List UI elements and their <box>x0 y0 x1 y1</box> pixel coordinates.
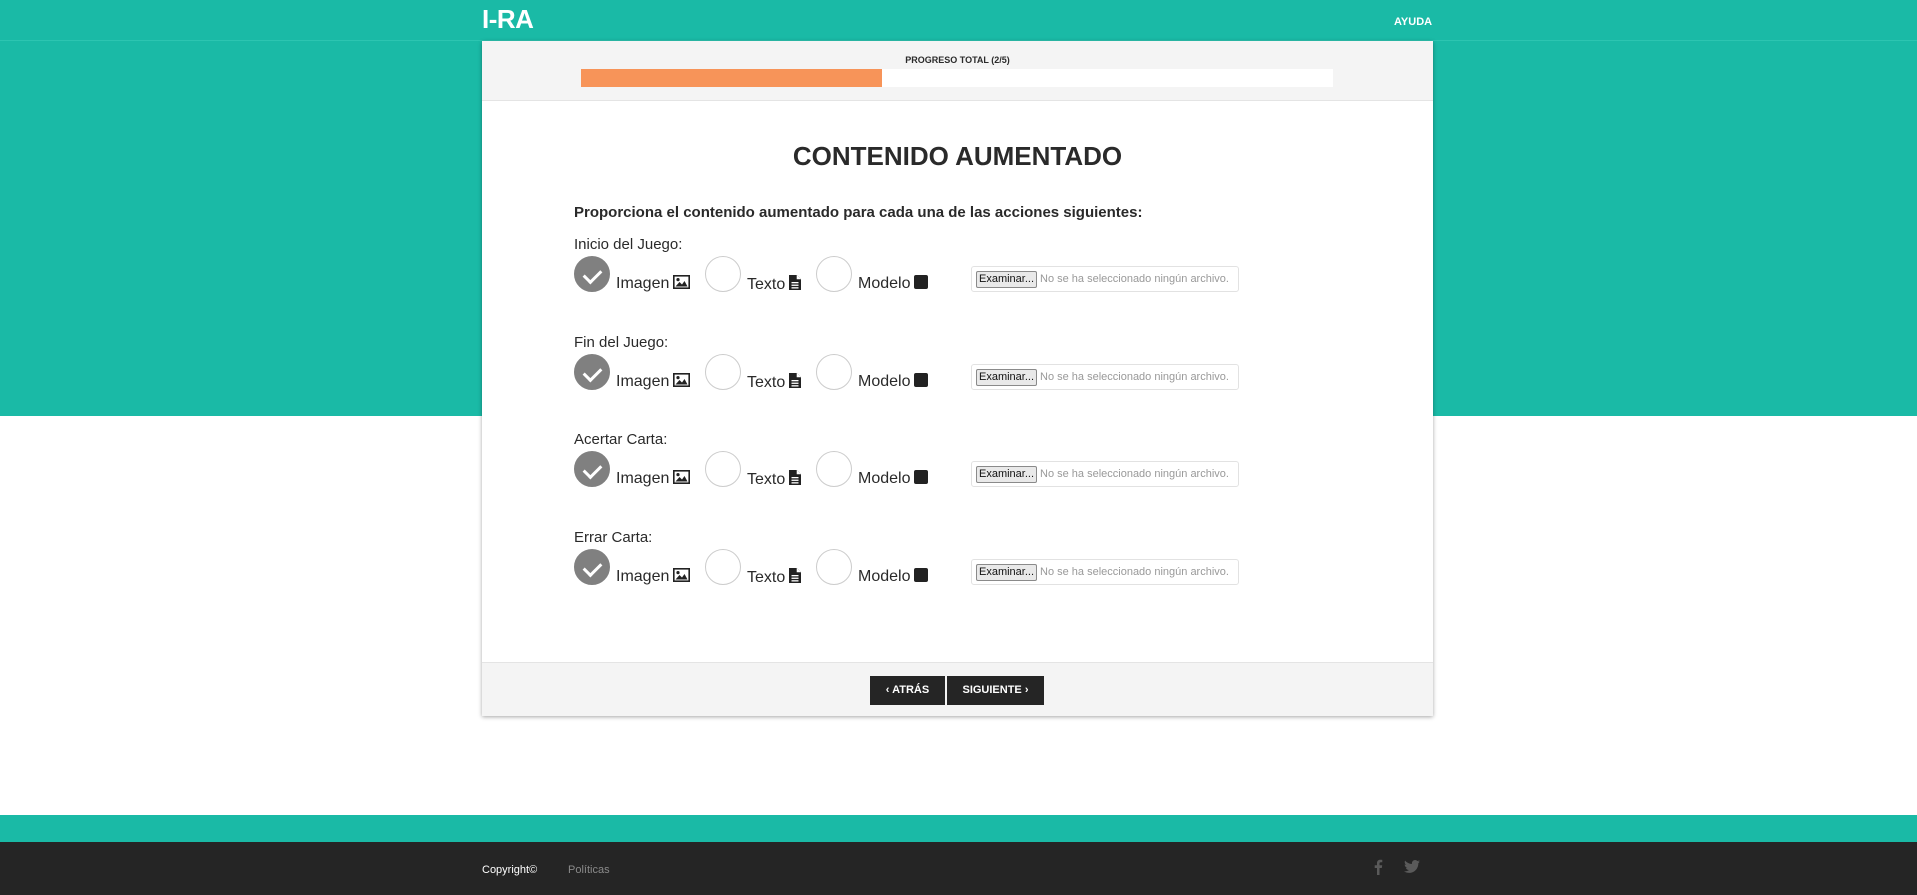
browse-button[interactable]: Examinar... <box>976 564 1038 581</box>
option-text-radio[interactable] <box>705 256 741 292</box>
action-label: Fin del Juego: <box>574 334 669 351</box>
cube-icon <box>914 373 929 387</box>
file-input[interactable]: Examinar... No se ha seleccionado ningún … <box>971 364 1239 390</box>
option-text-radio[interactable] <box>705 354 741 390</box>
option-image-label: Imagen <box>616 373 670 390</box>
document-icon <box>789 470 802 485</box>
progress-section: PROGRESO TOTAL (2/5) <box>482 41 1433 101</box>
image-icon <box>673 275 691 289</box>
action-row: Errar Carta: Imagen Texto Modelo Examinar...… <box>574 529 1274 599</box>
logo[interactable]: I-RA <box>482 4 534 35</box>
progress-bar <box>581 69 1333 87</box>
option-model-radio[interactable] <box>816 549 852 585</box>
image-icon <box>673 568 691 582</box>
chevron-left-icon: ‹ <box>885 684 890 696</box>
file-status: No se ha seleccionado ningún archivo. <box>1040 468 1229 480</box>
back-button[interactable]: ‹ ATRÁS <box>870 676 945 705</box>
file-status: No se ha seleccionado ningún archivo. <box>1040 273 1229 285</box>
file-input[interactable]: Examinar... No se ha seleccionado ningún … <box>971 461 1239 487</box>
option-image-radio[interactable] <box>574 256 610 292</box>
option-model-radio[interactable] <box>816 256 852 292</box>
wizard-nav: ‹ ATRÁS SIGUIENTE › <box>482 662 1433 716</box>
option-model[interactable]: Modelo <box>816 256 931 296</box>
option-model[interactable]: Modelo <box>816 549 931 589</box>
action-row: Inicio del Juego: Imagen Texto Modelo Examin… <box>574 236 1274 306</box>
option-image[interactable]: Imagen <box>574 256 692 296</box>
next-button[interactable]: SIGUIENTE › <box>947 676 1044 705</box>
progress-label: PROGRESO TOTAL (2/5) <box>905 55 1010 65</box>
option-text-label: Texto <box>747 569 786 586</box>
browse-button[interactable]: Examinar... <box>976 466 1038 483</box>
browse-button[interactable]: Examinar... <box>976 369 1038 386</box>
option-image-radio[interactable] <box>574 549 610 585</box>
option-image-radio[interactable] <box>574 451 610 487</box>
document-icon <box>789 275 802 290</box>
option-text-label: Texto <box>747 276 786 293</box>
option-text-radio[interactable] <box>705 451 741 487</box>
next-button-label: SIGUIENTE <box>962 684 1022 696</box>
option-image-label: Imagen <box>616 275 670 292</box>
action-label: Inicio del Juego: <box>574 236 683 253</box>
action-label: Errar Carta: <box>574 529 653 546</box>
policies-link[interactable]: Políticas <box>568 864 610 876</box>
footer: Copyright© Políticas <box>0 842 1917 895</box>
option-image-label: Imagen <box>616 568 670 585</box>
document-icon <box>789 373 802 388</box>
option-model-label: Modelo <box>858 470 911 487</box>
browse-button[interactable]: Examinar... <box>976 271 1038 288</box>
file-input[interactable]: Examinar... No se ha seleccionado ningún … <box>971 266 1239 292</box>
option-text-radio[interactable] <box>705 549 741 585</box>
back-button-label: ATRÁS <box>892 684 930 696</box>
image-icon <box>673 373 691 387</box>
action-row: Fin del Juego: Imagen Texto Modelo Examinar.… <box>574 334 1274 404</box>
action-row: Acertar Carta: Imagen Texto Modelo Examinar.… <box>574 431 1274 501</box>
option-image[interactable]: Imagen <box>574 451 692 491</box>
file-status: No se ha seleccionado ningún archivo. <box>1040 371 1229 383</box>
chevron-right-icon: › <box>1024 684 1029 696</box>
option-model-label: Modelo <box>858 373 911 390</box>
option-model-radio[interactable] <box>816 451 852 487</box>
footer-accent-band <box>0 815 1917 842</box>
top-navbar: I-RA AYUDA <box>0 0 1917 41</box>
option-text[interactable]: Texto <box>705 549 805 589</box>
option-text[interactable]: Texto <box>705 451 805 491</box>
option-image[interactable]: Imagen <box>574 549 692 589</box>
document-icon <box>789 568 802 583</box>
cube-icon <box>914 470 929 484</box>
option-text[interactable]: Texto <box>705 256 805 296</box>
option-model-label: Modelo <box>858 568 911 585</box>
image-icon <box>673 470 691 484</box>
option-text-label: Texto <box>747 471 786 488</box>
option-model[interactable]: Modelo <box>816 354 931 394</box>
option-model-radio[interactable] <box>816 354 852 390</box>
option-model-label: Modelo <box>858 275 911 292</box>
page-title: CONTENIDO AUMENTADO <box>792 141 1123 171</box>
cube-icon <box>914 275 929 289</box>
progress-bar-fill <box>581 69 882 87</box>
option-image-radio[interactable] <box>574 354 610 390</box>
facebook-icon[interactable] <box>1373 859 1383 875</box>
action-label: Acertar Carta: <box>574 431 668 448</box>
copyright-text: Copyright© <box>482 864 538 876</box>
help-link[interactable]: AYUDA <box>1394 16 1432 28</box>
file-input[interactable]: Examinar... No se ha seleccionado ningún … <box>971 559 1239 585</box>
option-text-label: Texto <box>747 374 786 391</box>
option-model[interactable]: Modelo <box>816 451 931 491</box>
option-image-label: Imagen <box>616 470 670 487</box>
cube-icon <box>914 568 929 582</box>
twitter-icon[interactable] <box>1404 860 1420 873</box>
option-text[interactable]: Texto <box>705 354 805 394</box>
option-image[interactable]: Imagen <box>574 354 692 394</box>
wizard-card: PROGRESO TOTAL (2/5) CONTENIDO AUMENTADO… <box>482 41 1433 716</box>
instruction-text: Proporciona el contenido aumentado para … <box>574 204 1143 221</box>
file-status: No se ha seleccionado ningún archivo. <box>1040 566 1229 578</box>
